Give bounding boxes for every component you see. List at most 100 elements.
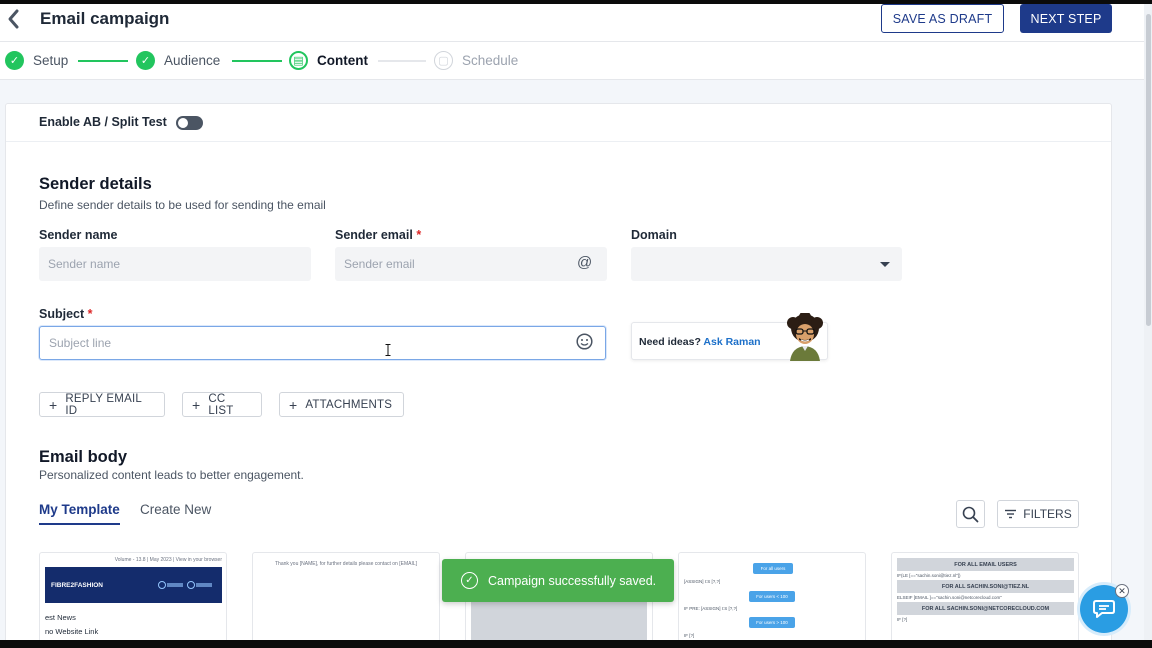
ab-test-toggle[interactable] [176,116,203,130]
schedule-step-icon: ▢ [434,51,453,70]
toast-message: Campaign successfully saved. [488,573,657,588]
template-preview-button: For users > 100 [749,617,795,628]
template-preview-text: [ASSIGN] I:S [?,?] [684,579,721,584]
template-card-2[interactable]: Thank you [NAME], for further details pl… [252,552,440,640]
template-preview-text: IF [?] [897,617,908,622]
template-preview-bar: FOR ALL EMAIL USERS [897,558,1074,571]
template-preview-header: Volume - 13.8 | May 2023 | View in your … [45,557,222,567]
step-label: Content [317,53,368,68]
step-connector [78,60,128,62]
tab-my-template[interactable]: My Template [39,502,120,525]
plus-icon: + [192,396,201,413]
page-title: Email campaign [40,9,170,28]
template-preview-button: For all users [753,563,793,574]
sender-email-label-text: Sender email [335,228,413,242]
template-preview-bar: FOR ALL SACHIN.SONI@TIEZ.NL [897,580,1074,593]
filters-button[interactable]: FILTERS [997,500,1079,528]
template-preview-image [471,597,647,640]
step-setup[interactable]: ✓ Setup [5,51,68,70]
template-card-5[interactable]: FOR ALL EMAIL USERS IF(LE [=="sachin.son… [891,552,1079,640]
template-preview-text: no Website Link [45,627,99,636]
header: Email campaign SAVE AS DRAFT NEXT STEP [0,4,1144,42]
sender-email-input[interactable]: Sender email @ [335,247,607,281]
subject-label: Subject * [39,307,93,321]
cc-list-button[interactable]: + CC LIST [182,392,262,417]
domain-label: Domain [631,228,677,242]
need-ideas-card[interactable]: Need ideas? Ask Raman [631,311,828,361]
step-label: Setup [33,53,69,68]
required-mark: * [87,307,93,321]
sender-details-subtitle: Define sender details to be used for sen… [39,198,326,212]
chip-label: CC LIST [208,392,234,417]
chip-label: REPLY EMAIL ID [65,392,142,417]
next-step-button[interactable]: NEXT STEP [1020,4,1112,33]
template-preview-bar: FOR ALL SACHIN.SONI@NETCORECLOUD.COM [897,602,1074,615]
filters-label: FILTERS [1023,507,1072,521]
save-as-draft-button[interactable]: SAVE AS DRAFT [881,4,1004,33]
plus-icon: + [289,396,298,413]
text-cursor-icon [385,344,391,358]
step-label: Audience [164,53,221,68]
step-connector [378,60,426,62]
check-icon: ✓ [136,51,155,70]
chevron-down-icon [880,262,890,267]
template-card-4[interactable]: For all users [ASSIGN] I:S [?,?] For use… [678,552,866,640]
at-sign-icon: @ [577,254,593,271]
template-preview-text: Thank you [NAME], for further details pl… [275,561,418,567]
plus-icon: + [49,396,58,413]
template-card-1[interactable]: Volume - 13.8 | May 2023 | View in your … [39,552,227,640]
subject-placeholder: Subject line [49,336,112,350]
app-window: Email campaign SAVE AS DRAFT NEXT STEP ✓… [0,4,1152,640]
toast-notification: ✓ Campaign successfully saved. [442,559,674,602]
email-body-title: Email body [39,448,128,466]
close-icon[interactable]: ✕ [1115,584,1129,598]
required-mark: * [416,228,422,242]
template-preview-text: IF(LE [=="sachin.soni@tiez.nl"]) [897,573,961,578]
template-preview-banner: FIBRE2FASHION [45,567,222,603]
ab-test-label: Enable AB / Split Test [39,115,167,129]
step-label: Schedule [462,53,519,68]
subject-input[interactable]: Subject line [39,326,606,360]
sender-name-label: Sender name [39,228,118,242]
content-step-icon: ▤ [289,51,308,70]
email-body-subtitle: Personalized content leads to better eng… [39,468,304,482]
template-preview-text: IF PRE: [ASSIGN] I:S [?,?] [684,606,738,611]
chip-label: ATTACHMENTS [305,398,393,411]
search-icon [962,506,979,522]
step-content[interactable]: ▤ Content [289,51,368,70]
step-audience[interactable]: ✓ Audience [136,51,220,70]
step-schedule[interactable]: ▢ Schedule [434,51,518,70]
check-icon: ✓ [5,51,24,70]
subject-label-text: Subject [39,307,85,321]
tab-create-new[interactable]: Create New [140,502,211,523]
search-button[interactable] [956,500,985,528]
attachments-button[interactable]: + ATTACHMENTS [279,392,404,417]
template-preview-text: IF [?] [684,633,695,638]
toggle-knob [178,118,188,128]
success-check-icon: ✓ [461,572,478,589]
need-ideas-text: Need ideas? Ask Raman [639,336,761,348]
template-preview-button: For users < 100 [749,591,795,602]
template-preview-text: ELSEIF [EMAIL ]=="sachin.soni@netcoreclo… [897,595,1002,600]
sender-name-input[interactable]: Sender name [39,247,311,281]
bottom-edge [0,640,1152,648]
filter-icon [1005,509,1017,519]
raman-avatar [784,311,826,361]
sender-email-placeholder: Sender email [344,257,415,271]
emoji-icon[interactable] [576,333,593,354]
domain-select[interactable] [631,247,902,281]
back-chevron-icon[interactable] [6,8,24,32]
template-preview-brand: FIBRE2FASHION [51,582,104,589]
sender-details-title: Sender details [39,175,152,193]
template-preview-text: est News [45,613,76,622]
sender-email-label: Sender email * [335,228,421,242]
scrollbar-thumb[interactable] [1146,14,1151,326]
need-ideas-prefix: Need ideas? [639,336,701,348]
sender-name-placeholder: Sender name [48,257,121,271]
ask-raman-link[interactable]: Ask Raman [703,336,760,348]
step-connector [232,60,282,62]
stepper: ✓ Setup ✓ Audience ▤ Content ▢ Schedule [0,42,1144,80]
chat-icon [1093,600,1115,618]
reply-email-id-button[interactable]: + REPLY EMAIL ID [39,392,165,417]
partner-logos-icon [158,581,212,589]
